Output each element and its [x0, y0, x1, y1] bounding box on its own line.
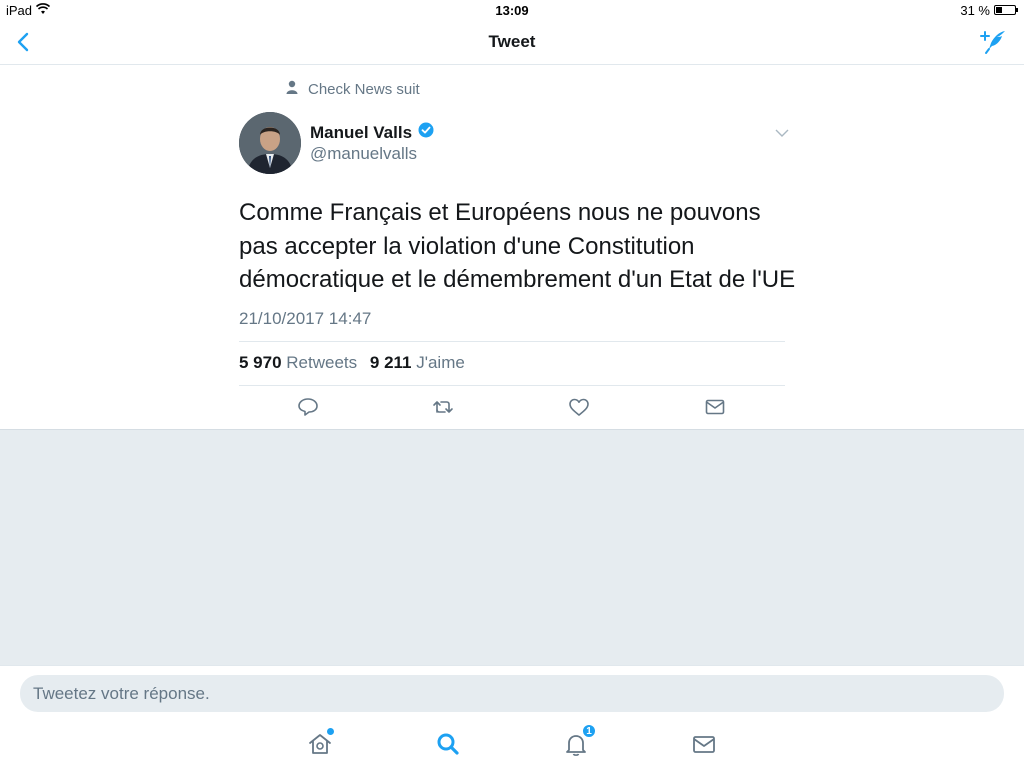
tab-bar: 1	[0, 722, 1024, 768]
reply-bar	[0, 665, 1024, 722]
tweet-actions	[239, 395, 785, 419]
tab-messages[interactable]	[690, 730, 718, 758]
tab-home[interactable]	[306, 728, 334, 758]
search-icon	[434, 733, 462, 762]
tab-search[interactable]	[434, 730, 462, 758]
back-icon[interactable]	[12, 30, 36, 54]
likes-label[interactable]: J'aime	[416, 353, 465, 372]
social-context: Check News suit	[286, 80, 420, 98]
compose-tweet-icon[interactable]	[980, 28, 1008, 56]
replies-area	[0, 429, 1024, 665]
envelope-icon	[690, 736, 718, 762]
author-name[interactable]: Manuel Valls	[310, 122, 434, 143]
tweet-stats: 5 970 Retweets 9 211 J'aime	[239, 353, 473, 373]
status-bar: iPad 13:09 31 %	[0, 0, 1024, 20]
battery-icon	[994, 5, 1018, 15]
battery-percentage: 31 %	[960, 3, 990, 18]
nav-bar: Tweet	[0, 20, 1024, 65]
tweet-timestamp: 21/10/2017 14:47	[239, 309, 372, 328]
retweet-icon[interactable]	[431, 395, 455, 419]
person-icon	[286, 80, 298, 98]
notifications-badge: 1	[582, 724, 596, 738]
divider	[239, 341, 785, 342]
reply-icon[interactable]	[296, 395, 320, 419]
new-content-dot	[327, 728, 334, 735]
verified-badge-icon	[418, 122, 434, 143]
tweet-detail: Check News suit Manuel Valls @manuelvall…	[0, 65, 1024, 429]
reply-input[interactable]	[20, 675, 1004, 712]
direct-message-icon[interactable]	[703, 395, 727, 419]
tab-notifications[interactable]: 1	[562, 724, 596, 758]
avatar[interactable]	[239, 112, 301, 174]
page-title: Tweet	[488, 32, 536, 51]
like-heart-icon[interactable]	[567, 395, 591, 419]
divider	[239, 385, 785, 386]
status-time: 13:09	[495, 3, 529, 18]
likes-count[interactable]: 9 211	[370, 353, 412, 372]
author-handle[interactable]: @manuelvalls	[310, 144, 417, 164]
chevron-down-icon[interactable]	[774, 125, 790, 141]
home-icon	[306, 734, 334, 762]
retweets-label[interactable]: Retweets	[286, 353, 357, 372]
retweets-count[interactable]: 5 970	[239, 353, 282, 372]
social-context-label: Check News suit	[308, 80, 420, 98]
battery-level	[996, 7, 1002, 13]
bell-icon	[562, 735, 590, 762]
author-name-label: Manuel Valls	[310, 122, 413, 142]
tweet-text: Comme Français et Européens nous ne pouv…	[239, 199, 796, 293]
